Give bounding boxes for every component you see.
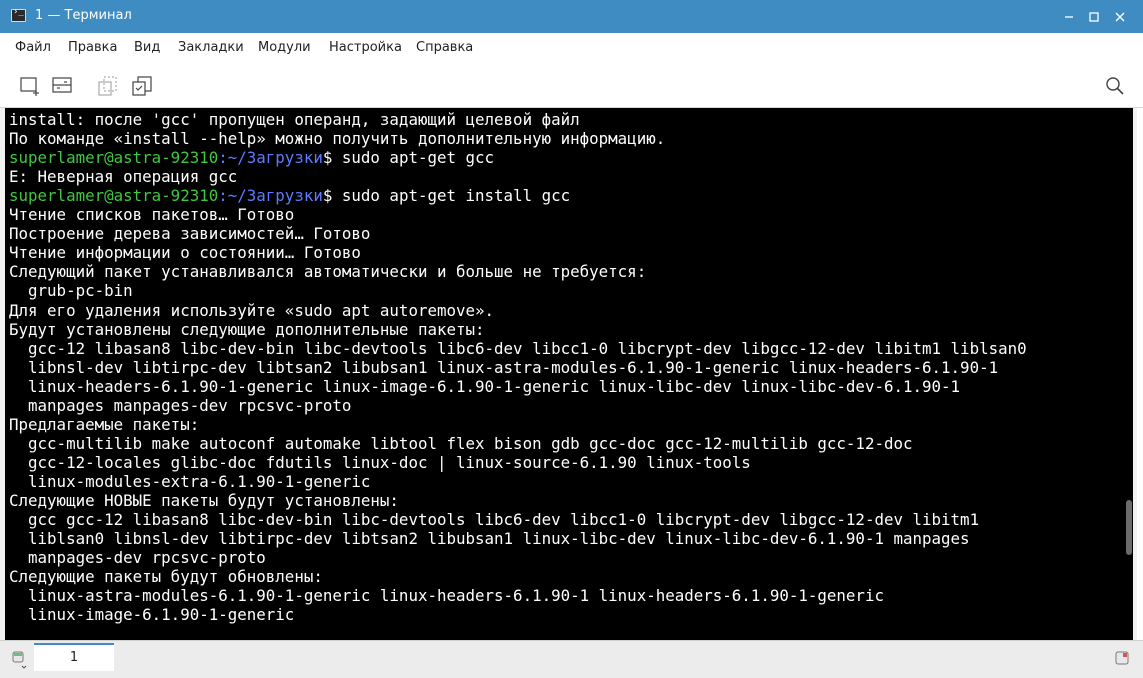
terminal-line: gcc-12 libasan8 libc-dev-bin libc-devtoo…	[9, 338, 1027, 358]
new-tab-menu-icon	[12, 651, 27, 669]
tab-1[interactable]: 1	[34, 643, 114, 671]
terminal-line: manpages manpages-dev rpcsvc-proto	[9, 395, 352, 415]
terminal-line: gcc-multilib make autoconf automake libt…	[9, 433, 913, 453]
tab-bar: 1	[0, 640, 1143, 678]
menu-edit[interactable]: Правка	[68, 40, 117, 55]
maximize-icon	[1089, 12, 1099, 22]
copy-button[interactable]	[96, 74, 120, 98]
terminal-prompt-line: superlamer@astra-92310:~/Загрузки$ sudo …	[9, 148, 494, 167]
split-view-icon	[52, 77, 72, 93]
prompt-command: $ sudo apt-get install gcc	[322, 186, 571, 206]
terminal-line: E: Неверная операция gcc	[9, 167, 238, 187]
terminal-line: Предлагаемые пакеты:	[9, 414, 200, 434]
paste-button[interactable]	[130, 74, 154, 98]
maximize-button[interactable]	[1083, 6, 1105, 28]
search-button[interactable]	[1103, 74, 1127, 98]
terminal-frame	[1137, 108, 1143, 640]
terminal-line: libnsl-dev libtirpc-dev libtsan2 libubsa…	[9, 357, 999, 377]
terminal-prompt-line: superlamer@astra-92310:~/Загрузки$ sudo …	[9, 186, 570, 205]
new-tab-icon	[20, 77, 39, 96]
terminal-line: Построение дерева зависимостей… Готово	[9, 224, 371, 244]
terminal-line: linux-modules-extra-6.1.90-1-generic	[9, 471, 371, 491]
toolbar	[0, 62, 1143, 108]
terminal-line: linux-headers-6.1.90-1-generic linux-ima…	[9, 376, 961, 396]
minimize-icon	[1065, 16, 1073, 18]
terminal-line: gcc gcc-12 libasan8 libc-dev-bin libc-de…	[9, 510, 980, 530]
split-view-button[interactable]	[50, 74, 74, 98]
terminal-line: Чтение списков пакетов… Готово	[9, 205, 295, 225]
menu-view[interactable]: Вид	[134, 40, 160, 55]
terminal-line: linux-image-6.1.90-1-generic	[9, 605, 295, 625]
terminal-line: Для его удаления используйте «sudo apt a…	[9, 300, 495, 320]
terminal-line: linux-astra-modules-6.1.90-1-generic lin…	[9, 586, 884, 606]
search-icon	[1106, 77, 1124, 95]
terminal-line: gcc-12-locales glibc-doc fdutils linux-d…	[9, 452, 751, 472]
menu-bookmarks[interactable]: Закладки	[178, 40, 244, 55]
terminal-line: Следующие НОВЫЕ пакеты будут установлены…	[9, 491, 399, 510]
terminal-scrollbar[interactable]	[1126, 500, 1132, 555]
terminal-line: grub-pc-bin	[9, 281, 133, 301]
menu-file[interactable]: Файл	[15, 40, 51, 55]
close-tab-button[interactable]	[1115, 650, 1129, 665]
terminal-icon	[11, 7, 26, 22]
tab-label: 1	[69, 650, 79, 665]
terminal-line: install: после 'gcc' пропущен операнд, з…	[9, 110, 580, 129]
prompt-command: $ sudo apt-get gcc	[322, 148, 495, 168]
terminal-line: Чтение информации о состоянии… Готово	[9, 243, 361, 263]
terminal-line: manpages-dev rpcsvc-proto	[9, 548, 266, 568]
menu-settings[interactable]: Настройка	[329, 40, 402, 55]
paste-icon	[132, 76, 152, 96]
prompt-user: superlamer@astra-92310	[9, 148, 219, 168]
prompt-user: superlamer@astra-92310	[9, 186, 219, 206]
menu-bar: Файл Правка Вид Закладки Модули Настройк…	[0, 33, 1143, 62]
close-icon	[1115, 12, 1125, 22]
terminal-line: Следующие пакеты будут обновлены:	[9, 567, 323, 587]
new-tab-button[interactable]	[18, 74, 42, 98]
close-button[interactable]	[1109, 6, 1131, 28]
prompt-path: :~/Загрузки	[218, 148, 323, 168]
terminal-line: По команде «install --help» можно получи…	[9, 129, 666, 149]
minimize-button[interactable]	[1058, 6, 1080, 28]
new-tab-menu-button[interactable]	[10, 649, 30, 671]
window-titlebar[interactable]: 1 — Терминал	[0, 0, 1143, 34]
terminal-line: Следующий пакет устанавливался автоматич…	[9, 262, 647, 282]
prompt-path: :~/Загрузки	[218, 186, 323, 206]
terminal-output[interactable]: install: после 'gcc' пропущен операнд, з…	[0, 108, 1138, 640]
close-tab-icon	[1115, 651, 1129, 665]
copy-icon	[98, 76, 117, 96]
menu-plugins[interactable]: Модули	[258, 40, 311, 55]
menu-help[interactable]: Справка	[416, 40, 473, 55]
window-title: 1 — Терминал	[35, 8, 132, 23]
terminal-line: liblsan0 libnsl-dev libtirpc-dev libtsan…	[9, 529, 970, 549]
terminal-line: Будут установлены следующие дополнительн…	[9, 319, 485, 339]
